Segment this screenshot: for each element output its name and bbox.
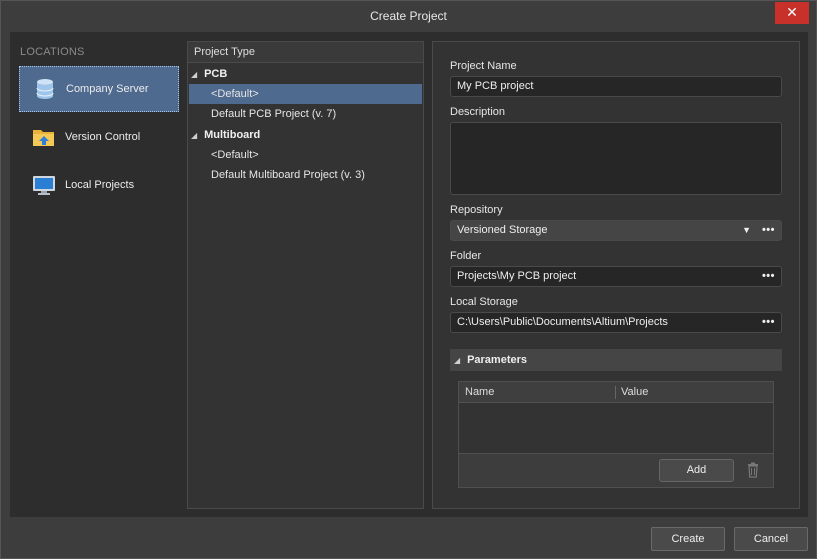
project-name-label: Project Name [450, 60, 517, 72]
local-storage-input[interactable]: C:\Users\Public\Documents\Altium\Project… [450, 312, 782, 333]
tree-group-label: Multiboard [204, 129, 261, 141]
column-header-name[interactable]: Name [465, 386, 494, 398]
create-button[interactable]: Create [651, 527, 725, 551]
project-details-panel: Project Name My PCB project Description … [432, 41, 800, 509]
project-name-input[interactable]: My PCB project [450, 76, 782, 97]
location-label: Company Server [66, 83, 149, 95]
add-parameter-button[interactable]: Add [659, 459, 734, 482]
create-project-dialog: Create Project ✕ LOCATIONS Company Serve… [0, 0, 817, 559]
repository-select[interactable]: Versioned Storage ▼ ••• [450, 220, 782, 241]
dialog-content: LOCATIONS Company Server Version Control… [10, 32, 808, 517]
column-header-value[interactable]: Value [621, 386, 648, 398]
tree-item-pcb-default[interactable]: <Default> [189, 84, 422, 104]
folder-input[interactable]: Projects\My PCB project ••• [450, 266, 782, 287]
collapse-triangle-icon[interactable]: ◢ [191, 126, 199, 146]
column-divider[interactable] [615, 386, 616, 399]
location-version-control[interactable]: Version Control [19, 114, 179, 160]
location-label: Version Control [65, 131, 141, 143]
browse-local-storage-icon[interactable]: ••• [762, 313, 775, 332]
parameters-header-label: Parameters [467, 354, 527, 366]
close-icon: ✕ [786, 4, 798, 20]
parameters-table-body[interactable] [459, 403, 773, 453]
location-label: Local Projects [65, 179, 135, 191]
description-label: Description [450, 106, 506, 118]
tree-item-multiboard-default[interactable]: <Default> [189, 145, 422, 165]
project-type-header: Project Type [188, 42, 423, 63]
more-options-icon[interactable]: ••• [762, 221, 775, 240]
parameters-table-header: Name Value [459, 382, 773, 403]
repository-value: Versioned Storage [457, 224, 548, 236]
parameters-table: Name Value Add [458, 381, 774, 488]
close-button[interactable]: ✕ [775, 2, 809, 24]
project-type-panel: Project Type ◢ PCB <Default> Default PCB… [187, 41, 424, 509]
tree-group-multiboard[interactable]: ◢ Multiboard [188, 125, 260, 145]
parameters-toolbar: Add [459, 453, 773, 487]
locations-header: LOCATIONS [20, 46, 85, 58]
description-textarea[interactable] [450, 122, 782, 195]
repository-label: Repository [450, 204, 503, 216]
location-local-projects[interactable]: Local Projects [19, 162, 179, 208]
trash-icon[interactable] [746, 462, 760, 478]
tree-group-pcb[interactable]: ◢ PCB [188, 64, 227, 84]
collapse-triangle-icon[interactable]: ◢ [191, 65, 199, 85]
local-storage-value: C:\Users\Public\Documents\Altium\Project… [457, 316, 668, 328]
tree-item-multiboard-default-v3[interactable]: Default Multiboard Project (v. 3) [189, 165, 422, 185]
cancel-button[interactable]: Cancel [734, 527, 808, 551]
folder-upload-icon [32, 126, 56, 148]
browse-folder-icon[interactable]: ••• [762, 267, 775, 286]
tree-item-pcb-default-v7[interactable]: Default PCB Project (v. 7) [189, 104, 422, 124]
title-bar: Create Project ✕ [1, 1, 816, 32]
location-company-server[interactable]: Company Server [19, 66, 179, 112]
database-icon [33, 78, 57, 100]
collapse-triangle-icon: ◢ [454, 356, 461, 365]
folder-value: Projects\My PCB project [457, 270, 577, 282]
local-storage-label: Local Storage [450, 296, 518, 308]
folder-label: Folder [450, 250, 482, 262]
monitor-icon [32, 174, 56, 196]
dialog-title: Create Project [370, 9, 447, 23]
parameters-section-header[interactable]: ◢ Parameters [450, 349, 782, 371]
tree-group-label: PCB [204, 68, 228, 80]
chevron-down-icon[interactable]: ▼ [742, 221, 751, 240]
